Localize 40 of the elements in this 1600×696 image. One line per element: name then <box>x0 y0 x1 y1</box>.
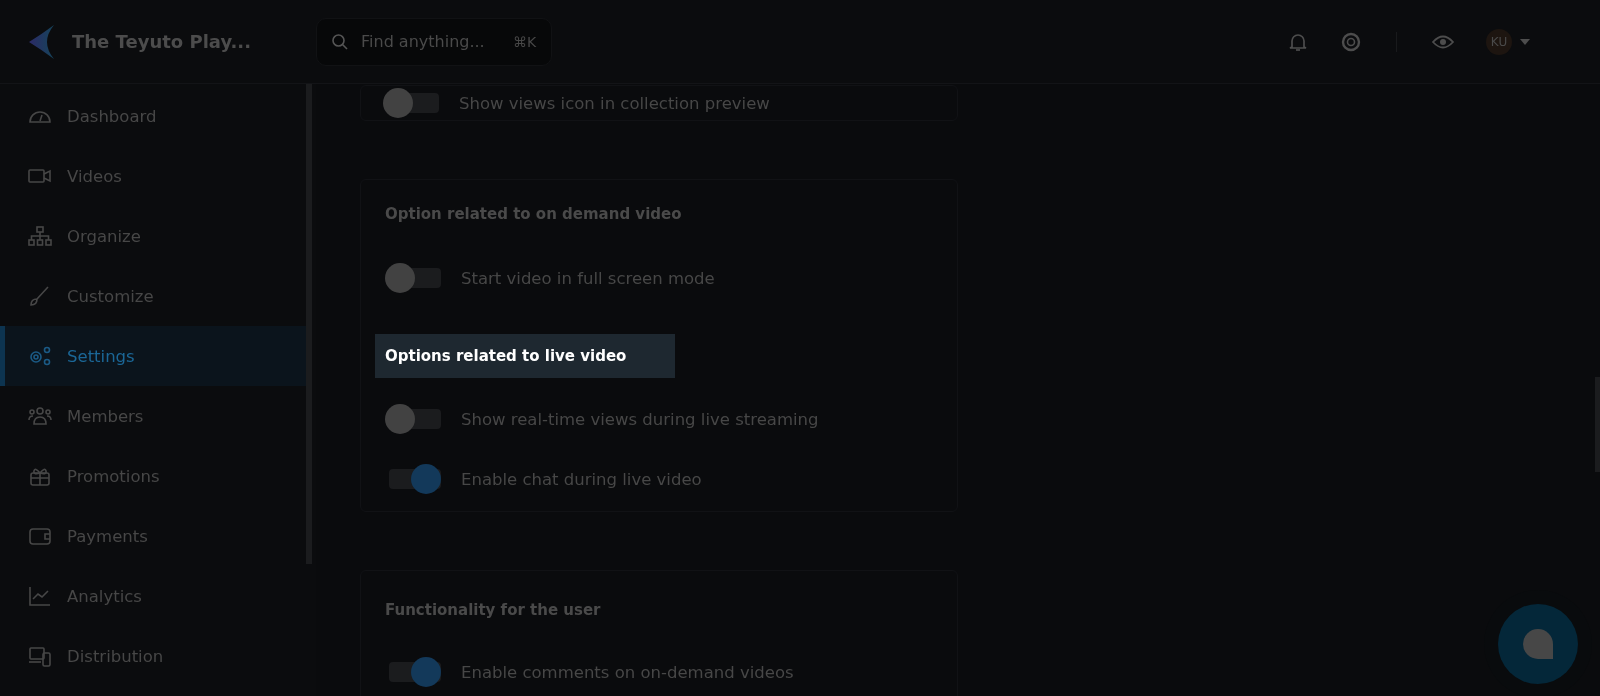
toggle-switch[interactable] <box>385 263 441 293</box>
toggle-label: Show real-time views during live streaming <box>461 409 819 429</box>
section-heading: Option related to on demand video <box>385 204 683 225</box>
sidebar-item[interactable]: Distribution <box>0 626 306 686</box>
toggle-label: Enable chat during live video <box>461 469 702 489</box>
section-heading: Functionality for the user <box>385 600 602 621</box>
sidebar-item[interactable]: Analytics <box>0 566 306 626</box>
section-heading: Options related to live video <box>375 334 675 378</box>
toggle-switch[interactable] <box>383 88 439 118</box>
bell-icon[interactable] <box>1289 31 1307 52</box>
sidebar-item[interactable]: Organize <box>0 206 306 266</box>
sidebar-item[interactable]: Payments <box>0 506 306 566</box>
sidebar-item[interactable]: Videos <box>0 146 306 206</box>
search-icon <box>331 32 349 51</box>
caret-icon[interactable] <box>1520 38 1530 45</box>
brush-icon <box>28 285 52 307</box>
search-input[interactable]: Find anything... <box>359 31 503 52</box>
search-field[interactable]: Find anything... ⌘K <box>316 17 552 66</box>
sidebar-item[interactable]: Customize <box>0 266 306 326</box>
eye-icon[interactable] <box>1432 34 1454 49</box>
lifebuoy-icon[interactable] <box>1341 31 1361 52</box>
people-icon <box>28 405 52 427</box>
toggle-label: Show views icon in collection preview <box>459 93 770 113</box>
brand-name: The Teyuto Play... <box>72 31 251 52</box>
toggle-switch[interactable] <box>385 404 441 434</box>
hierarchy-icon <box>28 225 52 247</box>
sidebar-item[interactable]: Settings <box>0 326 306 386</box>
user-avatar[interactable]: KU <box>1486 28 1512 55</box>
chat-bubble-icon <box>1523 629 1553 659</box>
shortcut-hint: ⌘K <box>513 33 537 50</box>
gears-icon <box>28 345 52 367</box>
wallet-icon <box>28 525 52 547</box>
chart-icon <box>28 585 52 607</box>
devices-icon <box>28 645 52 667</box>
toggle-label: Enable comments on on-demand videos <box>461 662 794 682</box>
logo-icon <box>28 23 56 60</box>
toggle-label: Start video in full screen mode <box>461 268 715 288</box>
sidebar-item[interactable]: Promotions <box>0 446 306 506</box>
sidebar-item[interactable]: Dashboard <box>0 86 306 146</box>
sidebar-item[interactable]: Members <box>0 386 306 446</box>
